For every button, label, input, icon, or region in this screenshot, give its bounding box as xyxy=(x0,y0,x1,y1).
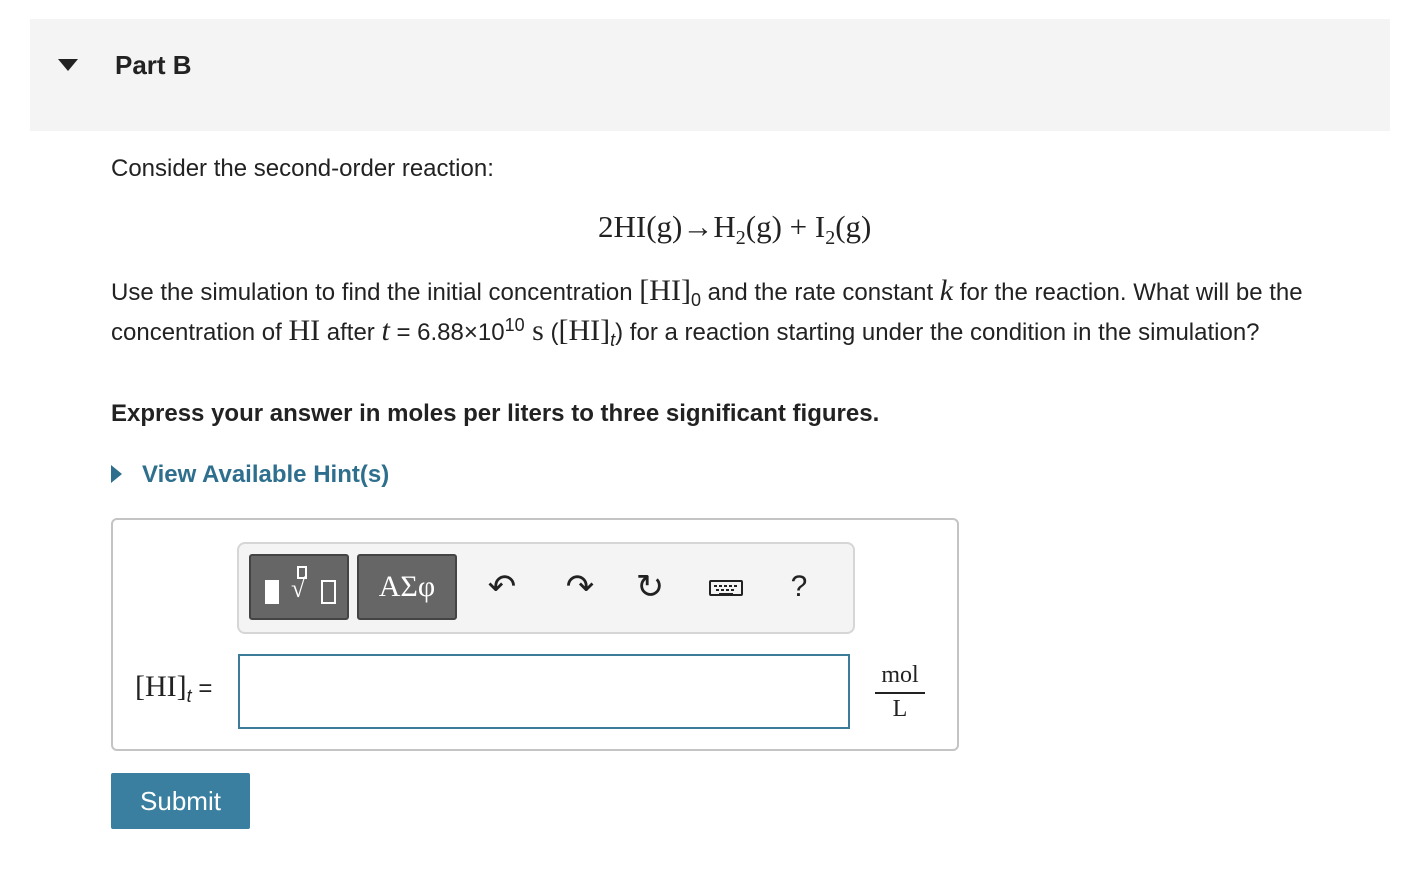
answer-box: √ ΑΣφ ↶ ↷ ↻ ? [HI]t = mol L xyxy=(111,518,959,751)
answer-label: [HI]t = xyxy=(135,670,213,706)
reset-icon[interactable]: ↻ xyxy=(625,554,675,620)
submit-button[interactable]: Submit xyxy=(111,773,250,829)
help-icon[interactable]: ? xyxy=(774,554,824,620)
instruction-text: Express your answer in moles per liters … xyxy=(111,400,880,427)
intro-text: Consider the second-order reaction: xyxy=(111,155,494,182)
part-title: Part B xyxy=(115,50,192,80)
greek-symbols-icon[interactable]: ΑΣφ xyxy=(357,554,457,620)
keyboard-icon[interactable] xyxy=(697,554,747,620)
expand-caret-icon xyxy=(111,464,122,483)
part-header[interactable] xyxy=(30,19,1390,131)
math-toolbar: √ ΑΣφ ↶ ↷ ↻ ? xyxy=(237,542,855,634)
reaction-equation: 2HI(g)→H2(g) + I2(g) xyxy=(598,209,872,250)
answer-input[interactable] xyxy=(238,654,850,729)
redo-icon[interactable]: ↷ xyxy=(555,554,605,620)
unit-fraction: mol L xyxy=(875,662,925,723)
view-hints-link[interactable]: View Available Hint(s) xyxy=(111,461,389,489)
templates-icon[interactable]: √ xyxy=(249,554,349,620)
undo-icon[interactable]: ↶ xyxy=(477,554,527,620)
question-text: Use the simulation to find the initial c… xyxy=(111,274,1303,350)
collapse-caret-icon[interactable] xyxy=(58,59,78,71)
